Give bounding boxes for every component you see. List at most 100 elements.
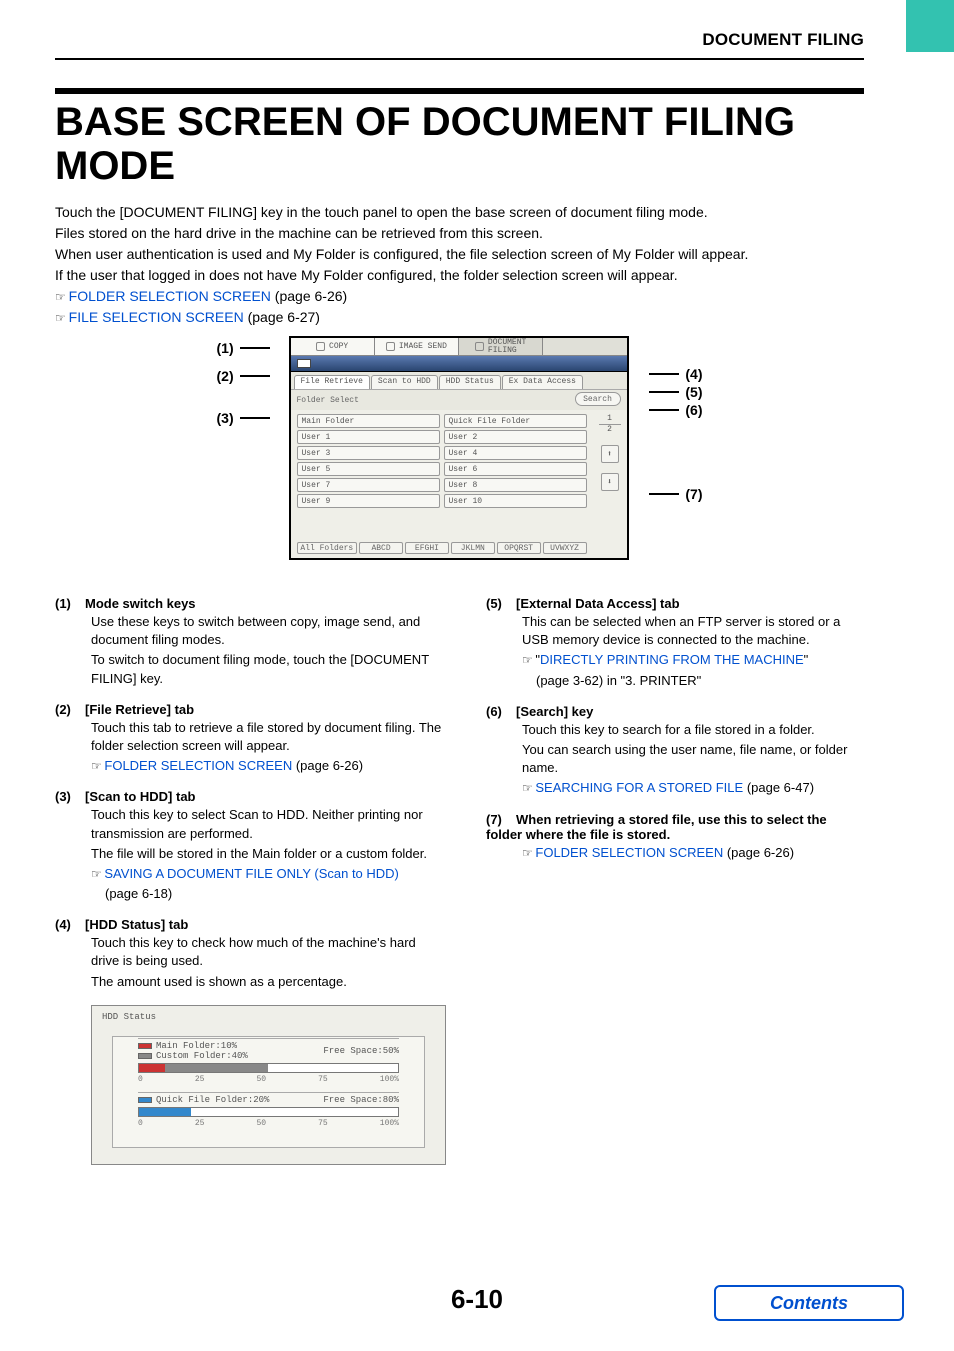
hdd-status-title: HDD Status [102,1012,439,1022]
item-4-p1: Touch this key to check how much of the … [91,934,446,970]
folder-user-3[interactable]: User 3 [297,446,440,460]
folder-select-row: Folder Select Search [291,390,627,410]
folder-user-5[interactable]: User 5 [297,462,440,476]
alpha-tab-uvwxyz[interactable]: UVWXYZ [543,542,587,554]
hdd-bar-2 [138,1107,399,1117]
item-7-num: (7) [486,812,516,827]
explanation-columns: (1)Mode switch keys Use these keys to sw… [55,590,864,1165]
item-6-link[interactable]: SEARCHING FOR A STORED FILE [535,780,743,795]
folder-user-7[interactable]: User 7 [297,478,440,492]
item-6-link-page: (page 6-47) [743,780,814,795]
folder-user-9[interactable]: User 9 [297,494,440,508]
scroll-down-button[interactable]: ⬇ [601,473,619,491]
folder-user-2[interactable]: User 2 [444,430,587,444]
item-6-num: (6) [486,704,516,719]
mode-tab-send-label: IMAGE SEND [399,342,447,351]
intro-line-4: If the user that logged in does not have… [55,265,864,286]
hdd-quick-folder: Quick File Folder:20% [156,1095,269,1105]
right-column: (5)[External Data Access] tab This can b… [486,590,864,1165]
hdd-bar-1 [138,1063,399,1073]
hdd-free-1: Free Space:50% [323,1046,399,1056]
tab-scan-to-hdd[interactable]: Scan to HDD [371,375,438,389]
filing-icon [475,342,484,351]
item-7-head: When retrieving a stored file, use this … [486,812,827,842]
link-folder-selection[interactable]: FOLDER SELECTION SCREEN [69,288,271,304]
folder-grid: Main Folder Quick File Folder User 1 User… [291,410,627,514]
hdd-ticks-2: 0255075100% [138,1119,399,1128]
callout-2: (2) [217,368,234,384]
contents-button-label: Contents [770,1293,848,1314]
swatch-main-icon [138,1043,152,1049]
header-section: DOCUMENT FILING [55,30,864,50]
title-bar [291,356,627,372]
folder-quick-file[interactable]: Quick File Folder [444,414,587,428]
item-2-p1: Touch this tab to retrieve a file stored… [91,719,446,755]
item-3-p1: Touch this key to select Scan to HDD. Ne… [91,806,446,842]
mode-tab-filing-label-2: FILING [488,346,517,355]
item-5-num: (5) [486,596,516,611]
folder-user-8[interactable]: User 8 [444,478,587,492]
scroll-up-button[interactable]: ⬆ [601,445,619,463]
pointer-icon: ☞ [522,781,532,795]
item-5-head: [External Data Access] tab [516,596,680,611]
folder-user-10[interactable]: User 10 [444,494,587,508]
swatch-quick-icon [138,1097,152,1103]
item-2-link[interactable]: FOLDER SELECTION SCREEN [104,758,292,773]
folder-user-4[interactable]: User 4 [444,446,587,460]
alpha-tabs: All Folders ABCD EFGHI JKLMN OPQRST UVWX… [297,542,587,554]
hdd-custom-folder: Custom Folder:40% [156,1051,248,1061]
item-5-q2: " [804,652,809,667]
header-rule [55,58,864,60]
function-tabs: File Retrieve Scan to HDD HDD Status Ex … [291,372,627,390]
folder-user-1[interactable]: User 1 [297,430,440,444]
pointer-icon: ☞ [55,290,65,304]
alpha-tab-opqrst[interactable]: OPQRST [497,542,541,554]
send-icon [386,342,395,351]
item-6-head: [Search] key [516,704,593,719]
alpha-tab-all[interactable]: All Folders [297,542,358,554]
mode-bar: COPY IMAGE SEND DOCUMENTFILING [291,338,627,356]
left-column: (1)Mode switch keys Use these keys to sw… [55,590,446,1165]
hdd-ticks-1: 0255075100% [138,1075,399,1084]
page-indicator-top: 1 [599,414,621,424]
item-5-p1: This can be selected when an FTP server … [522,613,864,649]
page-number: 6-10 [451,1284,503,1315]
item-7-link[interactable]: FOLDER SELECTION SCREEN [535,845,723,860]
folder-main[interactable]: Main Folder [297,414,440,428]
mode-tab-image-send[interactable]: IMAGE SEND [375,338,459,356]
contents-button[interactable]: Contents [714,1285,904,1321]
item-5-link[interactable]: DIRECTLY PRINTING FROM THE MACHINE [540,652,804,667]
page-indicator-bottom: 2 [599,425,621,435]
search-button[interactable]: Search [575,392,621,406]
page-title: BASE SCREEN OF DOCUMENT FILING MODE [55,100,864,188]
pointer-icon: ☞ [91,867,101,881]
titlebar-icon [297,359,311,368]
alpha-tab-jklmn[interactable]: JKLMN [451,542,495,554]
item-7-link-page: (page 6-26) [723,845,794,860]
tab-hdd-status[interactable]: HDD Status [439,375,501,389]
callout-1: (1) [217,340,234,356]
tab-file-retrieve[interactable]: File Retrieve [294,375,370,389]
callout-7: (7) [685,486,702,502]
title-rule [55,88,864,94]
mode-tab-document-filing[interactable]: DOCUMENTFILING [459,338,543,356]
diagram: (1) (2) (3) (4) (5) (6) (7) COPY IMAGE S… [55,336,864,564]
mode-tab-copy[interactable]: COPY [291,338,375,356]
touch-screen: COPY IMAGE SEND DOCUMENTFILING File Retr… [289,336,629,560]
mode-tab-copy-label: COPY [329,342,348,351]
folder-user-6[interactable]: User 6 [444,462,587,476]
tab-ex-data-access[interactable]: Ex Data Access [502,375,583,389]
item-4-num: (4) [55,917,85,932]
intro-line-3: When user authentication is used and My … [55,244,864,265]
link-file-selection[interactable]: FILE SELECTION SCREEN [69,309,244,325]
item-1-num: (1) [55,596,85,611]
item-3-head: [Scan to HDD] tab [85,789,196,804]
item-3-link[interactable]: SAVING A DOCUMENT FILE ONLY (Scan to HDD… [104,866,399,881]
alpha-tab-efghi[interactable]: EFGHI [405,542,449,554]
alpha-tab-abcd[interactable]: ABCD [359,542,403,554]
callout-4: (4) [685,366,702,382]
item-3-num: (3) [55,789,85,804]
item-4-p2: The amount used is shown as a percentage… [91,973,446,991]
intro-block: Touch the [DOCUMENT FILING] key in the t… [55,202,864,328]
item-2-link-page: (page 6-26) [292,758,363,773]
